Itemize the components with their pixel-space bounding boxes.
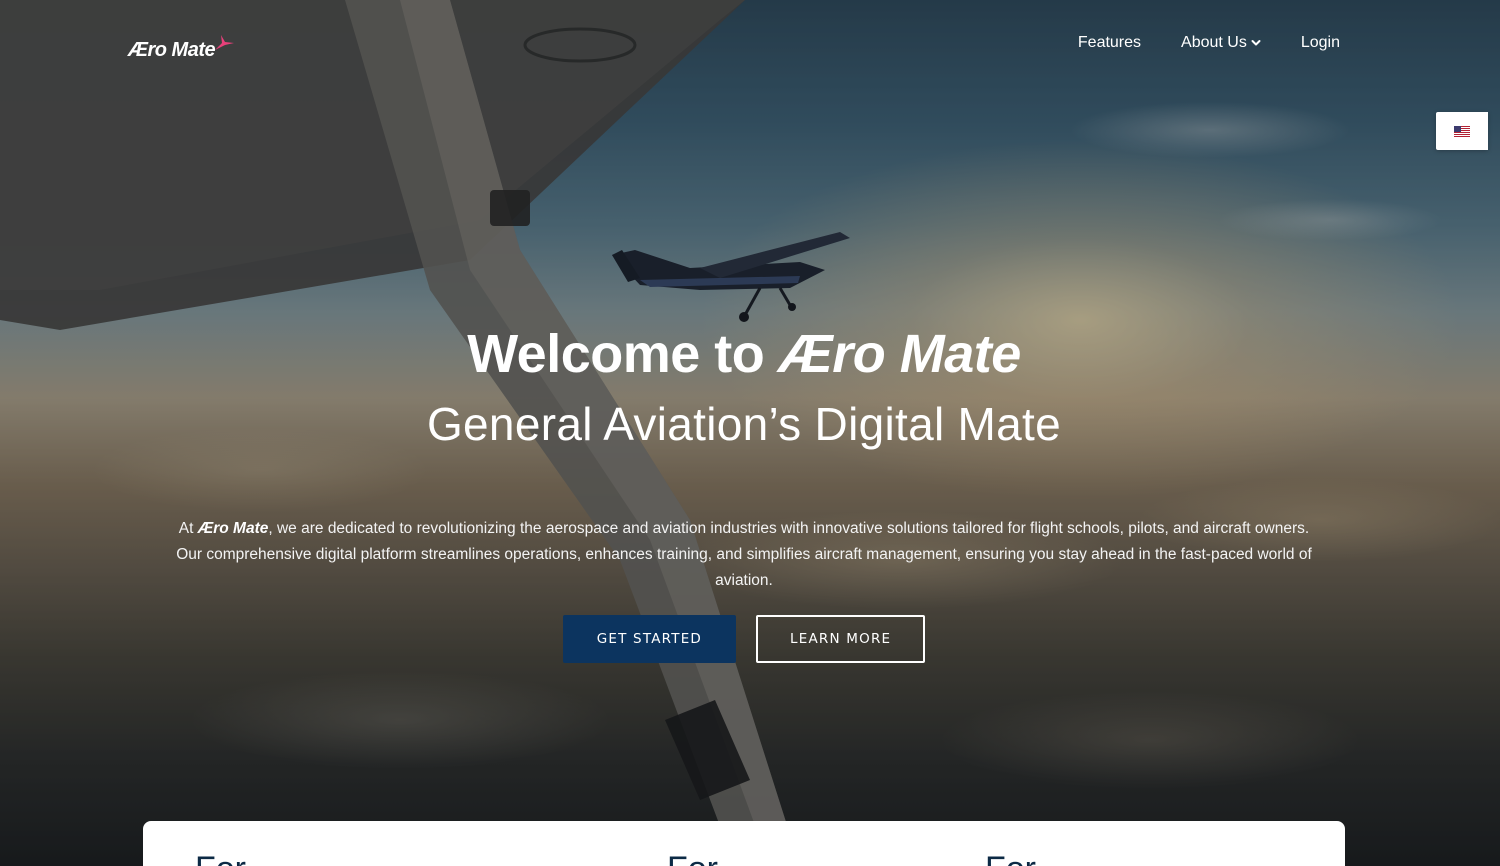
hero-content: Welcome to Æro Mate General Aviation’s D… [0, 320, 1488, 663]
feature-heading-2: For [667, 849, 718, 866]
hero-subtitle: General Aviation’s Digital Mate [426, 398, 1062, 450]
logo-text: Æro Mate [128, 39, 216, 61]
description-line-2: Our comprehensive digital platform strea… [176, 546, 1312, 589]
description-brand: Æro Mate [197, 520, 269, 537]
hero-section: Æro Mate Features About Us Login Welcome… [0, 0, 1500, 866]
language-switcher[interactable] [1436, 112, 1488, 150]
main-nav: Features About Us Login [1078, 34, 1340, 52]
hero-actions: GET STARTED LEARN MORE [0, 615, 1488, 663]
us-flag-icon [1454, 125, 1470, 137]
nav-features[interactable]: Features [1078, 34, 1141, 52]
nav-login[interactable]: Login [1301, 34, 1340, 52]
feature-heading-1: For [195, 849, 246, 866]
description-line-1: , we are dedicated to revolutionizing th… [268, 520, 1310, 537]
nav-about-us-label: About Us [1181, 34, 1247, 51]
learn-more-button[interactable]: LEARN MORE [756, 615, 926, 663]
hero-description: At Æro Mate, we are dedicated to revolut… [159, 516, 1329, 594]
hero-title: Welcome to Æro Mate [0, 320, 1488, 388]
chevron-down-icon [1251, 40, 1261, 46]
nav-about-us[interactable]: About Us [1181, 34, 1261, 52]
feature-card: For For For [143, 821, 1345, 866]
get-started-button[interactable]: GET STARTED [562, 615, 737, 663]
feature-heading-3: For [985, 849, 1036, 866]
description-prefix: At [178, 520, 198, 537]
hero-title-prefix: Welcome to [467, 324, 779, 384]
hero-title-brand: Æro Mate [778, 324, 1022, 384]
bird-logo-icon [215, 35, 235, 50]
logo[interactable]: Æro Mate [128, 28, 235, 60]
